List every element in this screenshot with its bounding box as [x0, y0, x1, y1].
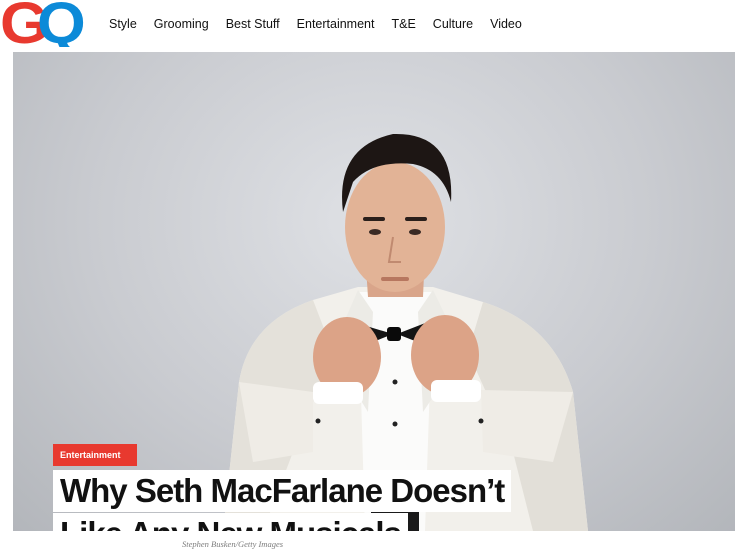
article-headline[interactable]: Why Seth MacFarlane Doesn’t Like Any New…	[53, 470, 553, 531]
category-tag[interactable]: Entertainment	[53, 444, 137, 466]
nav-item-travel-entertaining[interactable]: T&E	[391, 17, 415, 31]
headline-line-1[interactable]: Why Seth MacFarlane Doesn’t	[53, 470, 512, 512]
site-header: G Q Style Grooming Best Stuff Entertainm…	[0, 0, 750, 50]
main-nav: Style Grooming Best Stuff Entertainment …	[109, 0, 539, 47]
nav-item-culture[interactable]: Culture	[433, 17, 473, 31]
nav-item-video[interactable]: Video	[490, 17, 522, 31]
nav-item-grooming[interactable]: Grooming	[154, 17, 209, 31]
nav-item-entertainment[interactable]: Entertainment	[297, 17, 375, 31]
logo-letter-q: Q	[37, 0, 86, 47]
hero-image[interactable]: Entertainment Why Seth MacFarlane Doesn’…	[13, 52, 735, 531]
gq-logo[interactable]: G Q	[0, 0, 96, 47]
nav-item-style[interactable]: Style	[109, 17, 137, 31]
photo-credit: Stephen Busken/Getty Images	[182, 539, 284, 549]
nav-item-best-stuff[interactable]: Best Stuff	[226, 17, 280, 31]
logo-letter-g: G	[0, 0, 49, 47]
headline-line-2[interactable]: Like Any New Musicals	[53, 513, 408, 531]
